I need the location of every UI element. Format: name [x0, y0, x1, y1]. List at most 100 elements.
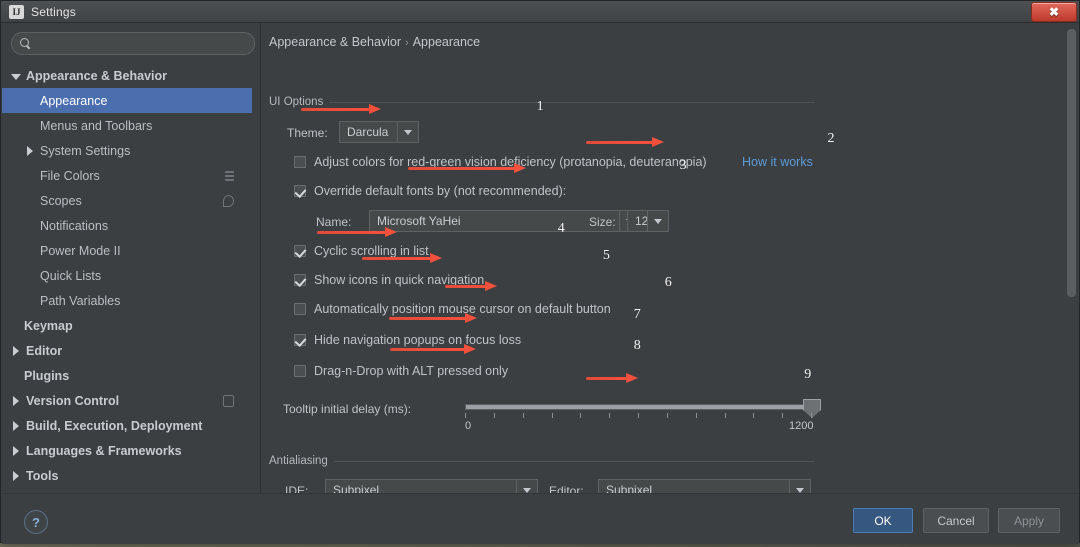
- font-name-value: Microsoft YaHei: [377, 214, 461, 228]
- sidebar-item-languages-frameworks[interactable]: Languages & Frameworks: [2, 438, 252, 463]
- slider-tick: [695, 413, 697, 418]
- drag-alt-label: Drag-n-Drop with ALT pressed only: [314, 364, 509, 378]
- chevron-right-icon[interactable]: [10, 420, 22, 432]
- sidebar-item-label: Menus and Toolbars: [40, 118, 153, 133]
- font-size-combobox[interactable]: 12: [627, 210, 669, 232]
- main-scrollbar[interactable]: [1066, 25, 1077, 491]
- font-size-label: Size:: [589, 215, 616, 229]
- chevron-right-icon[interactable]: [24, 145, 36, 157]
- sidebar-item-label: Plugins: [24, 368, 70, 383]
- slider-tick: [666, 413, 668, 418]
- slider-tick: [493, 413, 495, 418]
- scrollbar-thumb[interactable]: [1067, 29, 1076, 297]
- slider-thumb[interactable]: [803, 399, 821, 418]
- slider-tick: [724, 413, 726, 418]
- sidebar-item-build-execution-deployment[interactable]: Build, Execution, Deployment: [2, 413, 252, 438]
- cyclic-scrolling-checkbox[interactable]: [294, 245, 306, 257]
- how-it-works-link[interactable]: How it works: [742, 155, 813, 169]
- chevron-down-icon[interactable]: [10, 70, 22, 82]
- sidebar-item-menus-and-toolbars[interactable]: Menus and Toolbars: [2, 113, 252, 138]
- sidebar-item-tools[interactable]: Tools: [2, 463, 252, 488]
- search-input[interactable]: [36, 36, 254, 51]
- sidebar-item-system-settings[interactable]: System Settings: [2, 138, 252, 163]
- show-icons-checkbox[interactable]: [294, 274, 306, 286]
- chevron-right-icon[interactable]: [10, 470, 22, 482]
- annotation-number: 2: [827, 131, 835, 146]
- help-icon[interactable]: ?: [24, 510, 48, 534]
- sidebar-item-version-control[interactable]: Version Control: [2, 388, 252, 413]
- drag-alt-checkbox[interactable]: [294, 365, 306, 377]
- sidebar-item-status-icon: [223, 394, 234, 407]
- slider-max-label: 1200: [789, 420, 814, 432]
- adjust-colors-label: Adjust colors for red-green vision defic…: [314, 155, 707, 169]
- sidebar-item-file-colors[interactable]: File Colors: [2, 163, 252, 188]
- group-title-antialiasing: Antialiasing: [269, 455, 328, 467]
- adjust-colors-row[interactable]: Adjust colors for red-green vision defic…: [294, 155, 707, 169]
- sidebar-item-label: Notifications: [40, 218, 109, 233]
- auto-position-label: Automatically position mouse cursor on d…: [314, 302, 611, 316]
- sidebar-item-notifications[interactable]: Notifications: [2, 213, 252, 238]
- chevron-right-icon[interactable]: [10, 395, 22, 407]
- chevron-down-icon[interactable]: [397, 122, 418, 142]
- sidebar-item-label: Appearance & Behavior: [26, 68, 168, 83]
- breadcrumb-separator: ›: [405, 37, 409, 49]
- slider-track[interactable]: [465, 404, 815, 410]
- font-name-label: Name:: [316, 215, 352, 229]
- sidebar-item-label: Keymap: [24, 318, 73, 333]
- annotation-number: 6: [664, 275, 672, 290]
- override-fonts-row[interactable]: Override default fonts by (not recommend…: [294, 184, 566, 198]
- cyclic-scrolling-row[interactable]: Cyclic scrolling in list: [294, 244, 429, 258]
- cyclic-scrolling-label: Cyclic scrolling in list: [314, 244, 429, 258]
- hide-popups-row[interactable]: Hide navigation popups on focus loss: [294, 333, 521, 347]
- sidebar-item-keymap[interactable]: Keymap: [2, 313, 252, 338]
- annotation-number: 3: [679, 158, 687, 173]
- sidebar-item-appearance-behavior[interactable]: Appearance & Behavior: [2, 63, 252, 88]
- sidebar-item-appearance[interactable]: Appearance: [2, 88, 252, 113]
- sidebar-item-path-variables[interactable]: Path Variables: [2, 288, 252, 313]
- settings-tree: Appearance & Behavior Appearance Menus and…: [2, 63, 252, 488]
- apply-button[interactable]: Apply: [998, 508, 1060, 533]
- chevron-down-icon[interactable]: [647, 211, 668, 231]
- show-icons-row[interactable]: Show icons in quick navigation: [294, 273, 484, 287]
- override-fonts-label: Override default fonts by (not recommend…: [314, 184, 567, 198]
- group-divider: [333, 460, 815, 462]
- auto-position-row[interactable]: Automatically position mouse cursor on d…: [294, 302, 611, 316]
- auto-position-checkbox[interactable]: [294, 303, 306, 315]
- slider-tick: [580, 413, 582, 418]
- chevron-right-icon[interactable]: [10, 445, 22, 457]
- apply-label: Apply: [1013, 513, 1045, 528]
- slider-tick: [811, 413, 812, 418]
- group-divider: [329, 101, 815, 103]
- sidebar-item-quick-lists[interactable]: Quick Lists: [2, 263, 252, 288]
- drag-alt-row[interactable]: Drag-n-Drop with ALT pressed only: [294, 364, 508, 378]
- hide-popups-checkbox[interactable]: [294, 334, 306, 346]
- sidebar-item-label: File Colors: [40, 168, 100, 183]
- slider-min-label: 0: [465, 420, 472, 432]
- override-fonts-checkbox[interactable]: [294, 185, 306, 197]
- annotation-number: 9: [804, 367, 812, 382]
- theme-combobox[interactable]: Darcula: [339, 121, 419, 143]
- app-icon: IJ: [9, 4, 24, 19]
- sidebar-item-scopes[interactable]: Scopes: [2, 188, 252, 213]
- annotation-number: 7: [633, 307, 641, 322]
- ok-button[interactable]: OK: [853, 508, 913, 533]
- sidebar-item-power-mode-ii[interactable]: Power Mode II: [2, 238, 252, 263]
- adjust-colors-checkbox[interactable]: [294, 156, 306, 168]
- cancel-button[interactable]: Cancel: [923, 508, 989, 533]
- dialog-body: Appearance & Behavior Appearance Menus and…: [2, 23, 1079, 501]
- dialog-footer: ? OK Cancel Apply: [2, 493, 1079, 544]
- sidebar-item-editor[interactable]: Editor: [2, 338, 252, 363]
- sidebar-item-plugins[interactable]: Plugins: [2, 363, 252, 388]
- search-icon: [20, 38, 31, 49]
- chevron-right-icon[interactable]: [10, 345, 22, 357]
- title-bar: IJ Settings ✖: [1, 1, 1079, 23]
- sidebar-item-label: System Settings: [40, 143, 131, 158]
- breadcrumb-root[interactable]: Appearance & Behavior: [269, 35, 401, 49]
- annotation-number: 8: [633, 338, 641, 353]
- window-title: Settings: [31, 4, 76, 19]
- slider-tick: [522, 413, 524, 418]
- settings-dialog: IJ Settings ✖ Appearance & Behavior Appea…: [0, 0, 1080, 544]
- close-icon[interactable]: ✖: [1031, 2, 1077, 22]
- theme-value: Darcula: [347, 125, 389, 139]
- search-box[interactable]: [11, 32, 255, 55]
